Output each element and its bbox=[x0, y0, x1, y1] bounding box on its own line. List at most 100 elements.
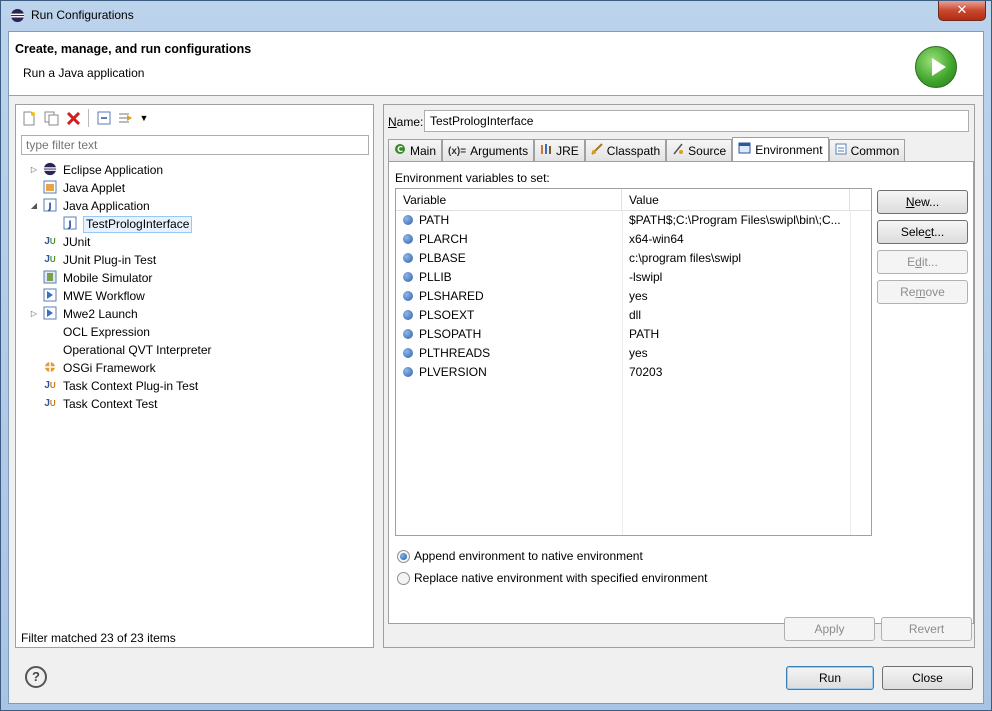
collapse-all-icon[interactable] bbox=[95, 109, 113, 127]
window-close-button[interactable]: ✕ bbox=[938, 1, 986, 21]
column-header-value[interactable]: Value bbox=[622, 189, 850, 211]
variable-bullet-icon bbox=[403, 348, 413, 358]
tree-item[interactable]: MWE Workflow bbox=[16, 287, 373, 305]
tree-item-label: JUnit bbox=[63, 235, 91, 249]
table-row[interactable]: PLLIB -lswipl bbox=[396, 268, 871, 287]
tree-item[interactable]: ◢ J Java Application bbox=[16, 197, 373, 215]
tree-item[interactable]: JU JUnit bbox=[16, 233, 373, 251]
expanded-arrow-icon[interactable]: ◢ bbox=[29, 197, 39, 215]
dialog-client: Create, manage, and run configurations R… bbox=[8, 31, 984, 704]
collapsed-arrow-icon[interactable]: ▷ bbox=[29, 161, 39, 179]
tree-item[interactable]: Operational QVT Interpreter bbox=[16, 341, 373, 359]
append-radio-label: Append environment to native environment bbox=[414, 549, 643, 563]
close-button[interactable]: Close bbox=[882, 666, 973, 690]
tree-item-label: Mwe2 Launch bbox=[63, 307, 138, 321]
tree-item[interactable]: JU Task Context Test bbox=[16, 395, 373, 413]
table-row[interactable]: PLARCH x64-win64 bbox=[396, 230, 871, 249]
table-row[interactable]: PATH $PATH$;C:\Program Files\swipl\bin\;C… bbox=[396, 211, 871, 230]
column-header-variable[interactable]: Variable bbox=[396, 189, 622, 211]
replace-environment-option[interactable]: Replace native environment with specifie… bbox=[397, 571, 708, 585]
mwe2-launch-icon bbox=[42, 306, 58, 322]
tab-label: Environment bbox=[755, 142, 823, 157]
run-configurations-window: Run Configurations ✕ Create, manage, and… bbox=[0, 0, 992, 711]
name-label: Name: bbox=[388, 115, 424, 129]
tree-item[interactable]: ▷ Mwe2 Launch bbox=[16, 305, 373, 323]
osgi-icon bbox=[42, 360, 58, 376]
variable-cell: PLVERSION bbox=[419, 365, 487, 379]
value-cell: PATH bbox=[629, 327, 660, 341]
svg-text:J: J bbox=[47, 202, 51, 212]
tab-common[interactable]: Common bbox=[828, 139, 906, 161]
editor-tabs: C Main (x)= Arguments JRE Classpath Source Envi… bbox=[388, 137, 906, 161]
revert-button[interactable]: Revert bbox=[881, 617, 972, 641]
dropdown-icon[interactable]: ▼ bbox=[139, 109, 149, 127]
table-header: Variable Value bbox=[396, 189, 871, 211]
tab-label: Source bbox=[688, 143, 727, 158]
tab-jre[interactable]: JRE bbox=[534, 139, 585, 161]
apply-button[interactable]: Apply bbox=[784, 617, 875, 641]
tree-item-label: JUnit Plug-in Test bbox=[63, 253, 157, 267]
filter-icon[interactable] bbox=[117, 109, 135, 127]
duplicate-icon[interactable] bbox=[42, 109, 60, 127]
configurations-panel: ▼ ▷ Eclipse Application Java Applet ◢ J Java … bbox=[15, 104, 374, 648]
tree-item[interactable]: ▷ Eclipse Application bbox=[16, 161, 373, 179]
task-context-icon: JU bbox=[44, 398, 56, 409]
tab-label: Classpath bbox=[606, 143, 661, 158]
new-button[interactable]: New... bbox=[877, 190, 968, 214]
select-button[interactable]: Select... bbox=[877, 220, 968, 244]
environment-icon bbox=[738, 142, 751, 157]
variable-bullet-icon bbox=[403, 234, 413, 244]
filter-input[interactable] bbox=[21, 135, 369, 155]
collapsed-arrow-icon[interactable]: ▷ bbox=[29, 305, 39, 323]
configurations-toolbar: ▼ bbox=[20, 109, 149, 127]
append-radio[interactable] bbox=[397, 549, 410, 563]
table-row[interactable]: PLSHARED yes bbox=[396, 287, 871, 306]
tree-item[interactable]: J TestPrologInterface bbox=[16, 215, 373, 233]
variable-cell: PLLIB bbox=[419, 270, 452, 284]
delete-icon[interactable] bbox=[64, 109, 82, 127]
svg-text:C: C bbox=[397, 145, 403, 154]
new-config-icon[interactable] bbox=[20, 109, 38, 127]
table-row[interactable]: PLBASE c:\program files\swipl bbox=[396, 249, 871, 268]
tree-item[interactable]: Java Applet bbox=[16, 179, 373, 197]
table-row[interactable]: PLTHREADS yes bbox=[396, 344, 871, 363]
filter-status: Filter matched 23 of 23 items bbox=[21, 631, 176, 645]
tab-environment[interactable]: Environment bbox=[732, 137, 829, 161]
edit-button[interactable]: Edit... bbox=[877, 250, 968, 274]
append-environment-option[interactable]: Append environment to native environment bbox=[397, 549, 643, 563]
eclipse-icon bbox=[10, 8, 25, 23]
table-row[interactable]: PLSOEXT dll bbox=[396, 306, 871, 325]
tree-item[interactable]: OCL Expression bbox=[16, 323, 373, 341]
env-variables-label: Environment variables to set: bbox=[395, 171, 550, 185]
help-icon[interactable]: ? bbox=[25, 666, 47, 688]
table-row[interactable]: PLVERSION 70203 bbox=[396, 363, 871, 382]
tree-item-label: Eclipse Application bbox=[63, 163, 164, 177]
tab-arguments[interactable]: (x)= Arguments bbox=[442, 139, 535, 161]
variable-cell: PLARCH bbox=[419, 232, 468, 246]
tab-source[interactable]: Source bbox=[666, 139, 733, 161]
tree-item[interactable]: Mobile Simulator bbox=[16, 269, 373, 287]
run-button[interactable]: Run bbox=[786, 666, 874, 690]
tree-item[interactable]: JU Task Context Plug-in Test bbox=[16, 377, 373, 395]
tree-item[interactable]: OSGi Framework bbox=[16, 359, 373, 377]
table-row[interactable]: PLSOPATH PATH bbox=[396, 325, 871, 344]
java-applet-icon bbox=[42, 180, 58, 196]
tab-classpath[interactable]: Classpath bbox=[584, 139, 667, 161]
classpath-icon bbox=[591, 143, 603, 158]
junit-icon: JU bbox=[44, 236, 56, 247]
env-variables-table: Variable Value PATH $PATH$;C:\Program Fil… bbox=[395, 188, 872, 536]
variable-cell: PLBASE bbox=[419, 251, 466, 265]
java-application-icon: J bbox=[42, 198, 58, 214]
mobile-simulator-icon bbox=[42, 270, 58, 286]
replace-radio[interactable] bbox=[397, 571, 410, 585]
variable-bullet-icon bbox=[403, 215, 413, 225]
tab-main[interactable]: C Main bbox=[388, 139, 443, 161]
tree-item[interactable]: JU JUnit Plug-in Test bbox=[16, 251, 373, 269]
tab-label: Common bbox=[850, 143, 900, 158]
variable-bullet-icon bbox=[403, 329, 413, 339]
remove-button[interactable]: Remove bbox=[877, 280, 968, 304]
name-field[interactable] bbox=[424, 110, 969, 132]
variable-bullet-icon bbox=[403, 367, 413, 377]
junit-plugin-icon: JU bbox=[44, 254, 56, 265]
tab-label: Arguments bbox=[470, 143, 529, 158]
